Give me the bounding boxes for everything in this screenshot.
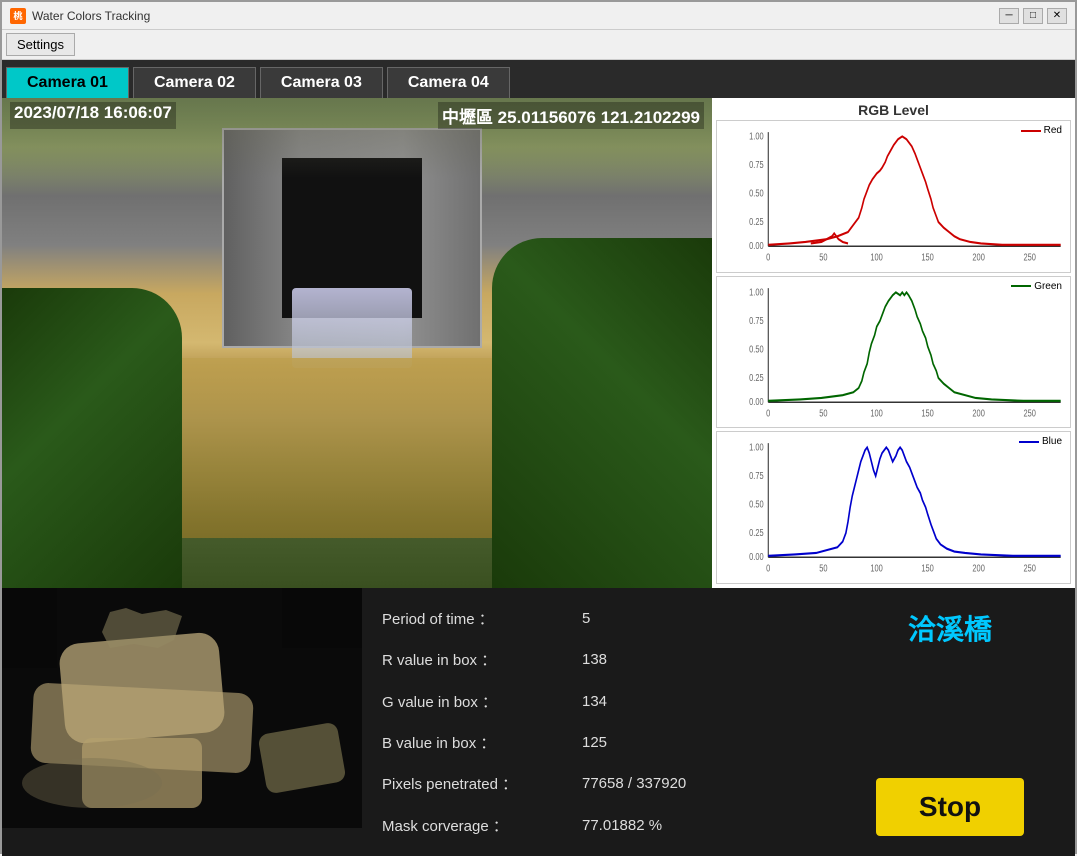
b-value-row: B value in box ： 125 [382,732,805,753]
green-chart-legend: Green [1011,281,1062,292]
stop-button[interactable]: Stop [876,778,1024,836]
svg-text:0: 0 [766,563,770,574]
mask-value: 77.01882 % [582,817,662,834]
app-icon: 桃 [10,8,26,24]
bottom-section: Period of time ： 5 R value in box ： 138 … [2,588,1075,856]
window-title: Water Colors Tracking [32,9,150,23]
svg-text:100: 100 [870,563,882,574]
r-value-label: R value in box ： [382,649,582,670]
pixels-value: 77658 / 337920 [582,775,686,792]
svg-text:1.00: 1.00 [749,130,764,141]
mask-scene [2,588,362,828]
svg-text:150: 150 [921,407,933,418]
svg-text:0.00: 0.00 [749,396,764,407]
right-panel: 洽溪橋 Stop [825,588,1075,856]
minimize-button[interactable]: ─ [999,8,1019,24]
svg-text:0.75: 0.75 [749,159,764,170]
svg-text:200: 200 [972,563,984,574]
green-legend-label: Green [1034,281,1062,292]
svg-text:1.00: 1.00 [749,286,764,297]
blue-legend-line [1019,441,1039,443]
mask-view [2,588,362,828]
mask-row: Mask corverage ： 77.01882 % [382,815,805,836]
svg-text:0.50: 0.50 [749,343,764,354]
svg-text:150: 150 [921,251,933,262]
g-value: 134 [582,693,607,710]
svg-text:0.25: 0.25 [749,527,764,538]
svg-text:100: 100 [870,251,882,262]
title-bar: 桃 Water Colors Tracking ─ □ ✕ [2,2,1075,30]
svg-text:200: 200 [972,251,984,262]
svg-text:250: 250 [1023,563,1035,574]
svg-text:0.25: 0.25 [749,216,764,227]
red-legend-label: Red [1044,125,1062,136]
camera-overlay: 2023/07/18 16:06:07 中壢區 25.01156076 121.… [2,98,712,133]
svg-text:0.00: 0.00 [749,240,764,251]
svg-text:0.00: 0.00 [749,551,764,562]
svg-text:200: 200 [972,407,984,418]
camera-location: 中壢區 25.01156076 121.2102299 [438,102,704,129]
camera-scene [2,98,712,588]
camera-view: 2023/07/18 16:06:07 中壢區 25.01156076 121.… [2,98,712,588]
menu-bar: Settings [2,30,1075,60]
pixels-label: Pixels penetrated ： [382,773,582,794]
svg-text:100: 100 [870,407,882,418]
b-value: 125 [582,734,607,751]
red-legend-line [1021,130,1041,132]
tab-camera02[interactable]: Camera 02 [133,67,256,98]
mask-label: Mask corverage ： [382,815,582,836]
close-button[interactable]: ✕ [1047,8,1067,24]
svg-text:150: 150 [921,563,933,574]
svg-text:0.75: 0.75 [749,314,764,325]
svg-text:0: 0 [766,407,770,418]
blue-chart-svg: 1.00 0.75 0.50 0.25 0.00 0 50 100 150 20… [747,436,1066,579]
svg-text:50: 50 [819,251,827,262]
g-value-row: G value in box ： 134 [382,691,805,712]
top-section: 2023/07/18 16:06:07 中壢區 25.01156076 121.… [2,98,1075,588]
blue-chart-container: Blue 1.00 0.75 0.50 0.25 0.00 0 50 100 1… [716,431,1071,584]
rgb-charts-panel: RGB Level Red 1.00 0.75 0.50 0.25 [712,98,1075,588]
location-name: 洽溪橋 [908,608,992,648]
b-value-label: B value in box ： [382,732,582,753]
green-chart-container: Green 1.00 0.75 0.50 0.25 0.00 0 50 100 … [716,276,1071,429]
svg-text:0: 0 [766,251,770,262]
svg-text:50: 50 [819,563,827,574]
tab-camera04[interactable]: Camera 04 [387,67,510,98]
red-chart-svg: 1.00 0.75 0.50 0.25 0.00 0 50 100 150 20… [747,125,1066,268]
svg-text:0.50: 0.50 [749,187,764,198]
settings-menu[interactable]: Settings [6,33,75,56]
g-value-label: G value in box ： [382,691,582,712]
tab-camera03[interactable]: Camera 03 [260,67,383,98]
svg-text:250: 250 [1023,251,1035,262]
red-chart-container: Red 1.00 0.75 0.50 0.25 0.00 0 50 10 [716,120,1071,273]
svg-text:0.25: 0.25 [749,371,764,382]
camera-timestamp: 2023/07/18 16:06:07 [10,102,176,129]
tabs-bar: Camera 01 Camera 02 Camera 03 Camera 04 [2,60,1075,98]
svg-text:50: 50 [819,407,827,418]
svg-text:250: 250 [1023,407,1035,418]
svg-text:1.00: 1.00 [749,442,764,453]
stats-panel: Period of time ： 5 R value in box ： 138 … [362,588,825,856]
green-legend-line [1011,285,1031,287]
period-value: 5 [582,610,590,627]
period-row: Period of time ： 5 [382,608,805,629]
period-label: Period of time ： [382,608,582,629]
rgb-charts-title: RGB Level [716,102,1071,118]
r-value-row: R value in box ： 138 [382,649,805,670]
svg-text:0.50: 0.50 [749,499,764,510]
blue-chart-legend: Blue [1019,436,1062,447]
svg-text:0.75: 0.75 [749,470,764,481]
green-chart-svg: 1.00 0.75 0.50 0.25 0.00 0 50 100 150 20… [747,281,1066,424]
red-chart-legend: Red [1021,125,1062,136]
pixels-row: Pixels penetrated ： 77658 / 337920 [382,773,805,794]
window-controls: ─ □ ✕ [999,8,1067,24]
title-bar-left: 桃 Water Colors Tracking [10,8,150,24]
blue-legend-label: Blue [1042,436,1062,447]
maximize-button[interactable]: □ [1023,8,1043,24]
r-value: 138 [582,651,607,668]
main-content: 2023/07/18 16:06:07 中壢區 25.01156076 121.… [2,98,1075,856]
tab-camera01[interactable]: Camera 01 [6,67,129,98]
